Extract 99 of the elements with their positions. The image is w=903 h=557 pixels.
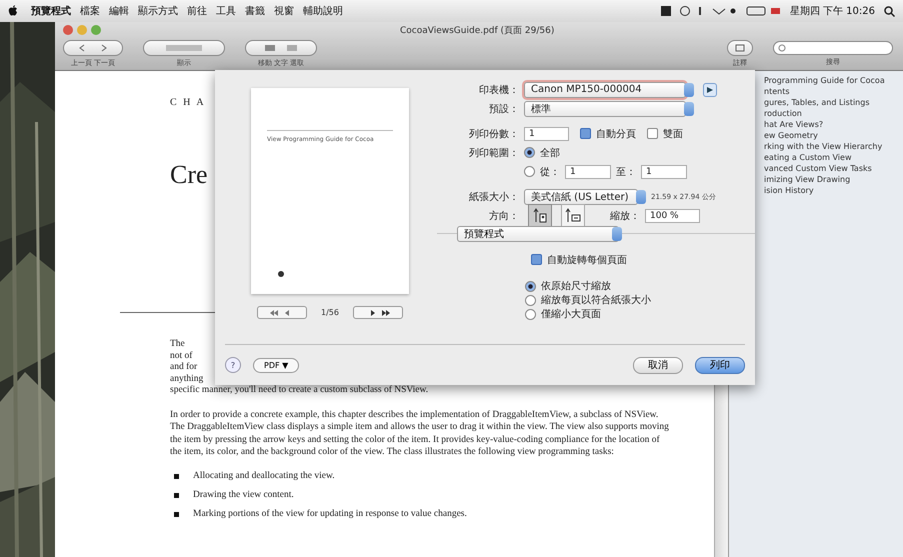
bullet-icon [174,492,179,498]
menu-item[interactable]: 視窗 [274,4,294,18]
section-popup[interactable]: 預覽程式 [457,226,619,242]
radio-button[interactable] [525,294,536,306]
updown-icon [684,82,694,96]
search-field[interactable] [773,41,893,55]
menubar-clock[interactable]: 星期四 下午 10:26 [790,4,875,18]
field-label: 列印份數： [468,128,519,140]
page-counter: 1/56 [321,308,339,317]
list-item: Drawing the view content. [193,490,294,500]
radio-label: 從： [540,166,560,178]
presets-popup[interactable]: 標準 [524,100,686,116]
search-icon[interactable] [884,6,895,16]
body-text: anything [170,374,204,385]
help-button[interactable]: ? [225,357,241,373]
menu-item[interactable]: 編輯 [109,4,129,18]
apple-logo-icon [278,270,284,277]
toc-item[interactable]: ision History [764,185,903,196]
field-label: 預設： [488,102,519,116]
landscape-button[interactable] [561,204,585,228]
annotate-button[interactable] [727,40,753,56]
body-text: not of [170,350,192,362]
first-previous-button[interactable] [257,306,308,319]
bar-icon [164,44,204,52]
checkbox-label: 自動旋轉每個頁面 [547,254,627,266]
list-item: Marking portions of the view for updating in response to value changes. [193,509,467,519]
menu-item[interactable]: 檔案 [80,4,100,18]
toc-item[interactable]: ntents [764,86,903,97]
menu-item[interactable]: 輔助說明 [303,4,343,18]
search-icon [778,44,787,52]
field-label: 紙張大小： [468,190,519,204]
scale-field[interactable]: 100 % [645,208,700,222]
menu-item[interactable]: 預覽程式 [31,4,71,18]
radio-button[interactable] [524,166,535,177]
radio-button[interactable] [525,280,536,292]
toc-item[interactable]: ew Geometry [764,130,903,141]
updown-icon [612,227,622,241]
menu-item[interactable]: 工具 [216,4,236,18]
updown-icon [684,102,694,116]
square-icon [735,44,745,52]
pdf-menu-button[interactable]: PDF ▼ [253,358,300,372]
zoom-button[interactable] [91,25,101,35]
menu-item[interactable]: 顯示方式 [138,4,178,18]
chevrons-icon [78,44,108,52]
window-title: CocoaViewsGuide.pdf (頁面 29/56) [400,24,554,36]
field-label: 縮放： [610,210,640,222]
portrait-button[interactable] [528,204,552,228]
toc-item[interactable]: imizing View Drawing [764,174,903,185]
radio-label: 依原始尺寸縮放 [541,280,611,293]
body-text: and for [170,362,198,374]
toc-item[interactable]: eating a Custom View [764,152,903,163]
collate-checkbox[interactable] [580,128,591,139]
bullet-icon [174,474,179,478]
radio-label: 僅縮小大頁面 [541,308,601,321]
close-button[interactable] [63,25,73,35]
bullet-icon [174,512,179,516]
chapter-title: Cre [170,160,208,190]
auto-rotate-checkbox[interactable] [531,254,542,265]
radio-button[interactable] [524,147,535,158]
checkbox-label: 自動分頁 [596,128,636,140]
radio-label: 全部 [540,146,560,160]
field-label: 至： [616,166,636,178]
two-sided-checkbox[interactable] [647,128,658,139]
apple-icon[interactable] [8,5,18,17]
next-last-button[interactable] [352,306,403,319]
list-item: Allocating and deallocating the view. [193,471,335,481]
previous-next-button[interactable] [63,40,123,56]
field-label: 印表機： [478,84,519,96]
toc-item[interactable]: hat Are Views? [764,119,903,130]
body-paragraph: In order to provide a concrete example, this chapter describes the implementation of DraggableItemView, a subclass of NSView. The DraggableItemView class displays a simple item and allows the user to drag it within the view. The view also supports moving the item by pressing the arrow keys and setting the color of the item. It provides key-value-coding compliance for the location of the item, its color, and the background color of the view. The class illustrates the following view programming tasks: [170,408,670,458]
cancel-button[interactable]: 取消 [633,356,683,374]
landscape-page-icon [565,208,581,224]
toc-item[interactable]: rking with the View Hierarchy [764,141,903,152]
radio-label: 縮放每頁以符合紙張大小 [541,294,651,307]
checkbox-label: 雙面 [663,128,683,140]
toc-item[interactable]: gures, Tables, and Listings [764,97,903,108]
print-button[interactable]: 列印 [695,356,745,374]
menu-item[interactable]: 前往 [187,4,207,18]
body-text: The [170,339,185,350]
printer-popup[interactable]: Canon MP150-000004 [524,82,686,98]
tool-selector-button[interactable] [245,40,317,56]
from-page-field[interactable]: 1 [565,164,611,178]
toc-item[interactable]: roduction [764,108,903,119]
disclosure-button[interactable] [703,82,717,96]
toc-item[interactable]: vanced Custom View Tasks [764,163,903,174]
triangle-icon [707,86,713,92]
field-label: 方向： [488,210,519,222]
chapter-label: C H A [170,97,206,108]
copies-field[interactable]: 1 [524,126,569,140]
toc-item[interactable]: Programming Guide for Cocoa [764,75,903,86]
portrait-page-icon [533,208,547,224]
body-text: specific manner, you'll need to create a custom subclass of NSView. [170,385,428,396]
paper-size-popup[interactable]: 美式信紙 (US Letter) [524,188,638,204]
radio-button[interactable] [525,308,536,320]
updown-icon [636,190,646,204]
menu-item[interactable]: 書籤 [245,4,265,18]
view-button[interactable] [143,40,225,56]
field-label: 列印範圍： [468,146,519,160]
to-page-field[interactable]: 1 [641,164,687,178]
